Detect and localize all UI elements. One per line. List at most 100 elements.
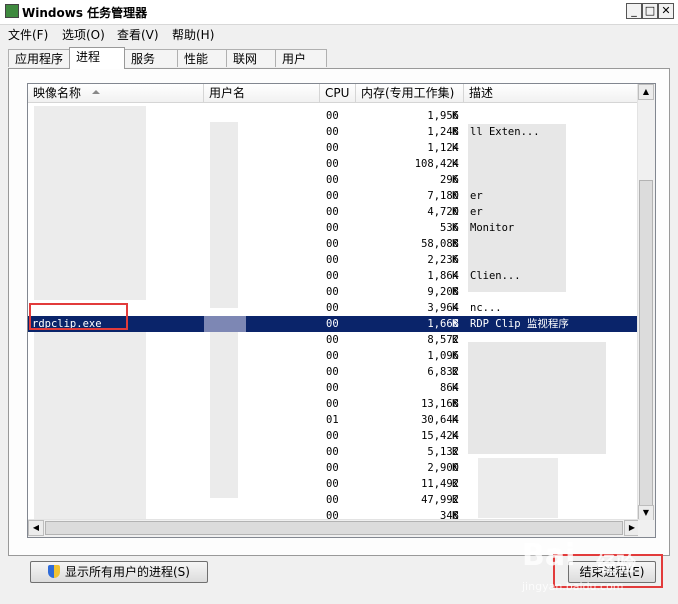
- process-cpu: 00: [326, 206, 339, 218]
- process-cpu: 00: [326, 110, 339, 122]
- process-memory: 15,424: [421, 430, 459, 442]
- memory-unit: K: [452, 382, 459, 394]
- memory-unit: K: [452, 414, 459, 426]
- process-memory: 2,900: [427, 462, 459, 474]
- table-row[interactable]: 00 11,492 K: [28, 476, 640, 492]
- table-row[interactable]: 00 2,236 K: [28, 252, 640, 268]
- table-row[interactable]: 00 15,424 K: [28, 428, 640, 444]
- process-memory: 2,236: [427, 254, 459, 266]
- memory-unit: K: [452, 318, 459, 330]
- process-cpu: 00: [326, 254, 339, 266]
- table-row[interactable]: 00 864 K: [28, 380, 640, 396]
- process-description: nc...: [470, 302, 502, 314]
- process-memory: 3,964: [427, 302, 459, 314]
- memory-unit: K: [452, 270, 459, 282]
- process-cpu: 00: [326, 302, 339, 314]
- menu-options[interactable]: 选项(O): [62, 26, 105, 43]
- process-cpu: 00: [326, 270, 339, 282]
- tab-performance[interactable]: 性能: [177, 49, 227, 67]
- sort-ascending-icon: [92, 90, 100, 94]
- show-all-users-button[interactable]: 显示所有用户的进程(S): [30, 561, 208, 583]
- table-row[interactable]: 00 1,864 Clien... K: [28, 268, 640, 284]
- memory-unit: K: [452, 254, 459, 266]
- menu-help[interactable]: 帮助(H): [172, 26, 214, 43]
- title-bar: Windows 任务管理器 _ □ ✕: [0, 0, 678, 25]
- process-cpu: 00: [326, 158, 339, 170]
- memory-unit: K: [452, 206, 459, 218]
- watermark-brand-suffix: 经验: [596, 552, 636, 576]
- process-cpu: 00: [326, 286, 339, 298]
- process-memory: 536: [440, 222, 459, 234]
- table-row[interactable]: 00 1,124 K: [28, 140, 640, 156]
- process-memory: 1,248: [427, 126, 459, 138]
- table-row[interactable]: 00 2,900 K: [28, 460, 640, 476]
- memory-unit: K: [452, 286, 459, 298]
- scroll-left-icon[interactable]: ◀: [28, 520, 44, 536]
- vertical-scroll-thumb[interactable]: [639, 180, 653, 506]
- col-memory[interactable]: 内存(专用工作集): [356, 84, 464, 102]
- table-row[interactable]: 00 1,096 K: [28, 348, 640, 364]
- table-row[interactable]: 00 58,088 K: [28, 236, 640, 252]
- col-description[interactable]: 描述: [464, 84, 640, 102]
- process-memory: 11,492: [421, 478, 459, 490]
- watermark-brand: Bai: [522, 538, 576, 573]
- table-row[interactable]: 00 536 Monitor K: [28, 220, 640, 236]
- memory-unit: K: [452, 174, 459, 186]
- column-header: 映像名称 用户名 CPU 内存(专用工作集) 描述: [28, 84, 640, 103]
- process-list[interactable]: 映像名称 用户名 CPU 内存(专用工作集) 描述 00 1,956 K 00 1,24…: [27, 83, 656, 538]
- table-row[interactable]: 00 8,572 K: [28, 332, 640, 348]
- scroll-down-icon[interactable]: ▼: [638, 505, 654, 521]
- process-description: Monitor: [470, 222, 515, 234]
- process-memory: 864: [440, 382, 459, 394]
- process-cpu: 00: [326, 430, 339, 442]
- tab-users[interactable]: 用户: [275, 49, 327, 67]
- task-manager-icon: [5, 4, 19, 18]
- menu-view[interactable]: 查看(V): [117, 26, 159, 43]
- vertical-scrollbar[interactable]: ▲ ▼: [637, 84, 655, 521]
- process-memory: 108,424: [414, 158, 459, 170]
- process-memory: 58,088: [421, 238, 459, 250]
- tab-services[interactable]: 服务: [124, 49, 178, 67]
- memory-unit: K: [452, 334, 459, 346]
- minimize-button[interactable]: _: [626, 3, 642, 19]
- table-row[interactable]: 00 9,208 K: [28, 284, 640, 300]
- col-image-name[interactable]: 映像名称: [28, 84, 204, 102]
- process-cpu: 00: [326, 222, 339, 234]
- table-row[interactable]: 00 47,992 K: [28, 492, 640, 508]
- process-cpu: 00: [326, 382, 339, 394]
- table-row[interactable]: 00 4,720 er K: [28, 204, 640, 220]
- table-row[interactable]: 00 1,956 K: [28, 108, 640, 124]
- col-cpu[interactable]: CPU: [320, 84, 356, 102]
- table-row[interactable]: 00 7,180 er K: [28, 188, 640, 204]
- tab-networking[interactable]: 联网: [226, 49, 276, 67]
- table-row[interactable]: 00 296 K: [28, 172, 640, 188]
- table-row[interactable]: 00 108,424 K: [28, 156, 640, 172]
- table-row[interactable]: 00 5,132 K: [28, 444, 640, 460]
- process-memory: 296: [440, 174, 459, 186]
- table-row[interactable]: 00 1,248 ll Exten... K: [28, 124, 640, 140]
- process-cpu: 00: [326, 366, 339, 378]
- table-row[interactable]: 00 13,168 K: [28, 396, 640, 412]
- table-row[interactable]: rdpclip.exe 00 1,668 RDP Clip 监视程序 K: [28, 316, 640, 332]
- horizontal-scrollbar[interactable]: ◀ ▶: [28, 519, 640, 537]
- memory-unit: K: [452, 366, 459, 378]
- memory-unit: K: [452, 350, 459, 362]
- tab-processes[interactable]: 进程: [69, 47, 125, 69]
- tab-applications[interactable]: 应用程序: [8, 49, 70, 67]
- process-description: er: [470, 206, 483, 218]
- process-cpu: 00: [326, 318, 339, 330]
- memory-unit: K: [452, 110, 459, 122]
- maximize-button[interactable]: □: [642, 3, 658, 19]
- table-row[interactable]: 01 30,644 K: [28, 412, 640, 428]
- memory-unit: K: [452, 142, 459, 154]
- table-row[interactable]: 00 3,964 nc... K: [28, 300, 640, 316]
- menu-file[interactable]: 文件(F): [8, 26, 48, 43]
- col-user-name[interactable]: 用户名: [204, 84, 320, 102]
- scroll-up-icon[interactable]: ▲: [638, 84, 654, 100]
- process-cpu: 00: [326, 190, 339, 202]
- horizontal-scroll-thumb[interactable]: [45, 521, 623, 535]
- process-memory: 6,832: [427, 366, 459, 378]
- table-row[interactable]: 00 6,832 K: [28, 364, 640, 380]
- process-memory: 5,132: [427, 446, 459, 458]
- close-button[interactable]: ✕: [658, 3, 674, 19]
